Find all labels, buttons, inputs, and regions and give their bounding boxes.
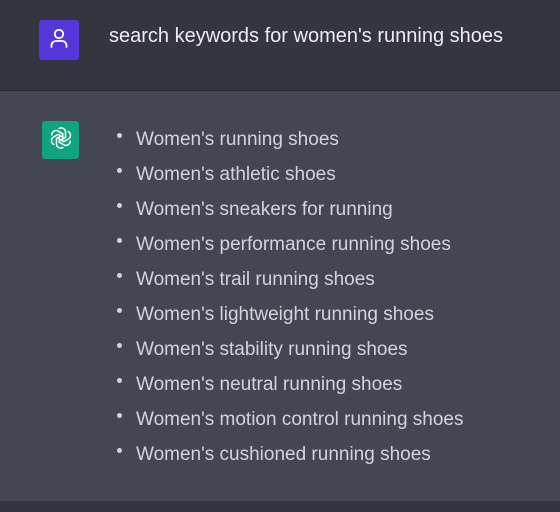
list-item: Women's neutral running shoes xyxy=(114,371,464,406)
list-item: Women's cushioned running shoes xyxy=(114,441,464,476)
list-item: Women's athletic shoes xyxy=(114,161,464,196)
list-item-text: Women's lightweight running shoes xyxy=(136,304,434,325)
list-item: Women's stability running shoes xyxy=(114,336,464,371)
bullet-icon xyxy=(117,203,122,208)
bullet-icon xyxy=(117,238,122,243)
bullet-icon xyxy=(117,378,122,383)
bottom-divider xyxy=(0,501,560,512)
keyword-list: Women's running shoes Women's athletic s… xyxy=(114,126,464,476)
list-item-text: Women's trail running shoes xyxy=(136,269,375,290)
list-item: Women's performance running shoes xyxy=(114,231,464,266)
list-item-text: Women's sneakers for running xyxy=(136,199,393,220)
user-message-row: search keywords for women's running shoe… xyxy=(0,0,560,91)
user-avatar xyxy=(39,20,79,60)
list-item: Women's sneakers for running xyxy=(114,196,464,231)
list-item-text: Women's cushioned running shoes xyxy=(136,444,431,465)
list-item-text: Women's athletic shoes xyxy=(136,164,336,185)
list-item: Women's trail running shoes xyxy=(114,266,464,301)
list-item: Women's lightweight running shoes xyxy=(114,301,464,336)
user-message-text: search keywords for women's running shoe… xyxy=(109,25,504,47)
assistant-avatar xyxy=(42,121,79,159)
bullet-icon xyxy=(117,273,122,278)
list-item: Women's running shoes xyxy=(114,126,464,161)
user-icon xyxy=(47,26,71,55)
bullet-icon xyxy=(117,413,122,418)
list-item-text: Women's neutral running shoes xyxy=(136,374,403,395)
bullet-icon xyxy=(117,343,122,348)
list-item-text: Women's motion control running shoes xyxy=(136,409,464,430)
bullet-icon xyxy=(117,133,122,138)
chat-page: search keywords for women's running shoe… xyxy=(0,0,560,512)
assistant-message-row: Women's running shoes Women's athletic s… xyxy=(0,91,560,501)
list-item: Women's motion control running shoes xyxy=(114,406,464,441)
bullet-icon xyxy=(117,168,122,173)
bullet-icon xyxy=(117,448,122,453)
list-item-text: Women's performance running shoes xyxy=(136,234,451,255)
openai-logo-icon xyxy=(48,125,74,156)
list-item-text: Women's running shoes xyxy=(136,129,339,150)
bullet-icon xyxy=(117,308,122,313)
list-item-text: Women's stability running shoes xyxy=(136,339,408,360)
